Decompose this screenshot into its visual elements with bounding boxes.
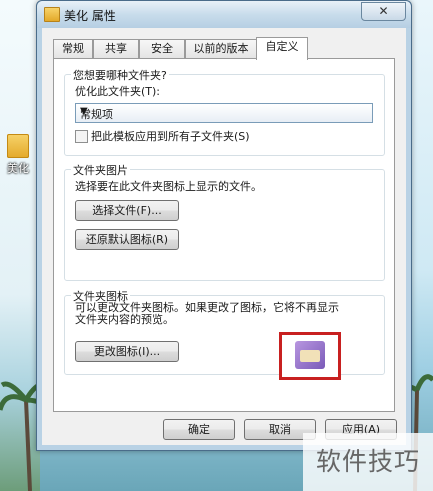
watermark-text: 软件技巧 [303, 433, 433, 491]
tab-page-customize: 您想要哪种文件夹? 优化此文件夹(T): 常规项 ▼ 把此模板应用到所有子文件夹… [53, 58, 395, 412]
folder-icon-group: 文件夹图标 可以更改文件夹图标。如果更改了图标，它将不再显示 文件夹内容的预览。… [64, 288, 385, 380]
restore-default-button[interactable]: 还原默认图标(R) [75, 229, 179, 250]
ok-button[interactable]: 确定 [163, 419, 235, 440]
dropdown-arrow-icon: ▼ [80, 106, 88, 117]
close-button[interactable]: ✕ [361, 2, 406, 21]
desktop-icon-label: 美化 [7, 162, 29, 175]
tab-customize[interactable]: 自定义 [256, 37, 308, 60]
folder-icon-description: 可以更改文件夹图标。如果更改了图标，它将不再显示 文件夹内容的预览。 [75, 302, 339, 326]
folder-icon-description-line2: 文件夹内容的预览。 [75, 313, 174, 326]
properties-window: 美化 属性 ✕ 常规 共享 安全 以前的版本 自定义 您想要哪种文件夹? 优化此… [36, 0, 412, 451]
window-title: 美化 属性 [64, 9, 116, 23]
tab-sharing[interactable]: 共享 [93, 39, 139, 58]
tab-previous-versions[interactable]: 以前的版本 [185, 39, 257, 58]
apply-subfolders-label: 把此模板应用到所有子文件夹(S) [91, 130, 250, 143]
close-icon: ✕ [378, 4, 389, 18]
change-icon-button[interactable]: 更改图标(I)... [75, 341, 179, 362]
folder-icon [7, 134, 29, 158]
apply-subfolders-checkbox[interactable] [75, 130, 88, 143]
folder-picture-description: 选择要在此文件夹图标上显示的文件。 [75, 180, 262, 193]
icon-preview-highlight [279, 332, 341, 380]
optimize-group-title: 您想要哪种文件夹? [71, 67, 169, 83]
choose-file-button[interactable]: 选择文件(F)... [75, 200, 179, 221]
optimize-label: 优化此文件夹(T): [75, 85, 161, 98]
title-bar[interactable]: 美化 属性 ✕ [37, 1, 411, 28]
tab-general[interactable]: 常规 [53, 39, 93, 58]
optimize-group: 您想要哪种文件夹? 优化此文件夹(T): 常规项 ▼ 把此模板应用到所有子文件夹… [64, 67, 385, 156]
folder-picture-group-title: 文件夹图片 [71, 162, 130, 178]
folder-picture-group: 文件夹图片 选择要在此文件夹图标上显示的文件。 选择文件(F)... 还原默认图… [64, 162, 385, 281]
folder-type-combo[interactable]: 常规项 ▼ [75, 103, 373, 123]
folder-icon [44, 7, 60, 22]
dialog-body: 常规 共享 安全 以前的版本 自定义 您想要哪种文件夹? 优化此文件夹(T): … [42, 28, 406, 445]
tab-security[interactable]: 安全 [139, 39, 185, 58]
desktop-folder-shortcut[interactable]: 美化 [4, 134, 32, 176]
folder-preview-paper [300, 350, 320, 362]
folder-preview-icon [295, 341, 325, 369]
